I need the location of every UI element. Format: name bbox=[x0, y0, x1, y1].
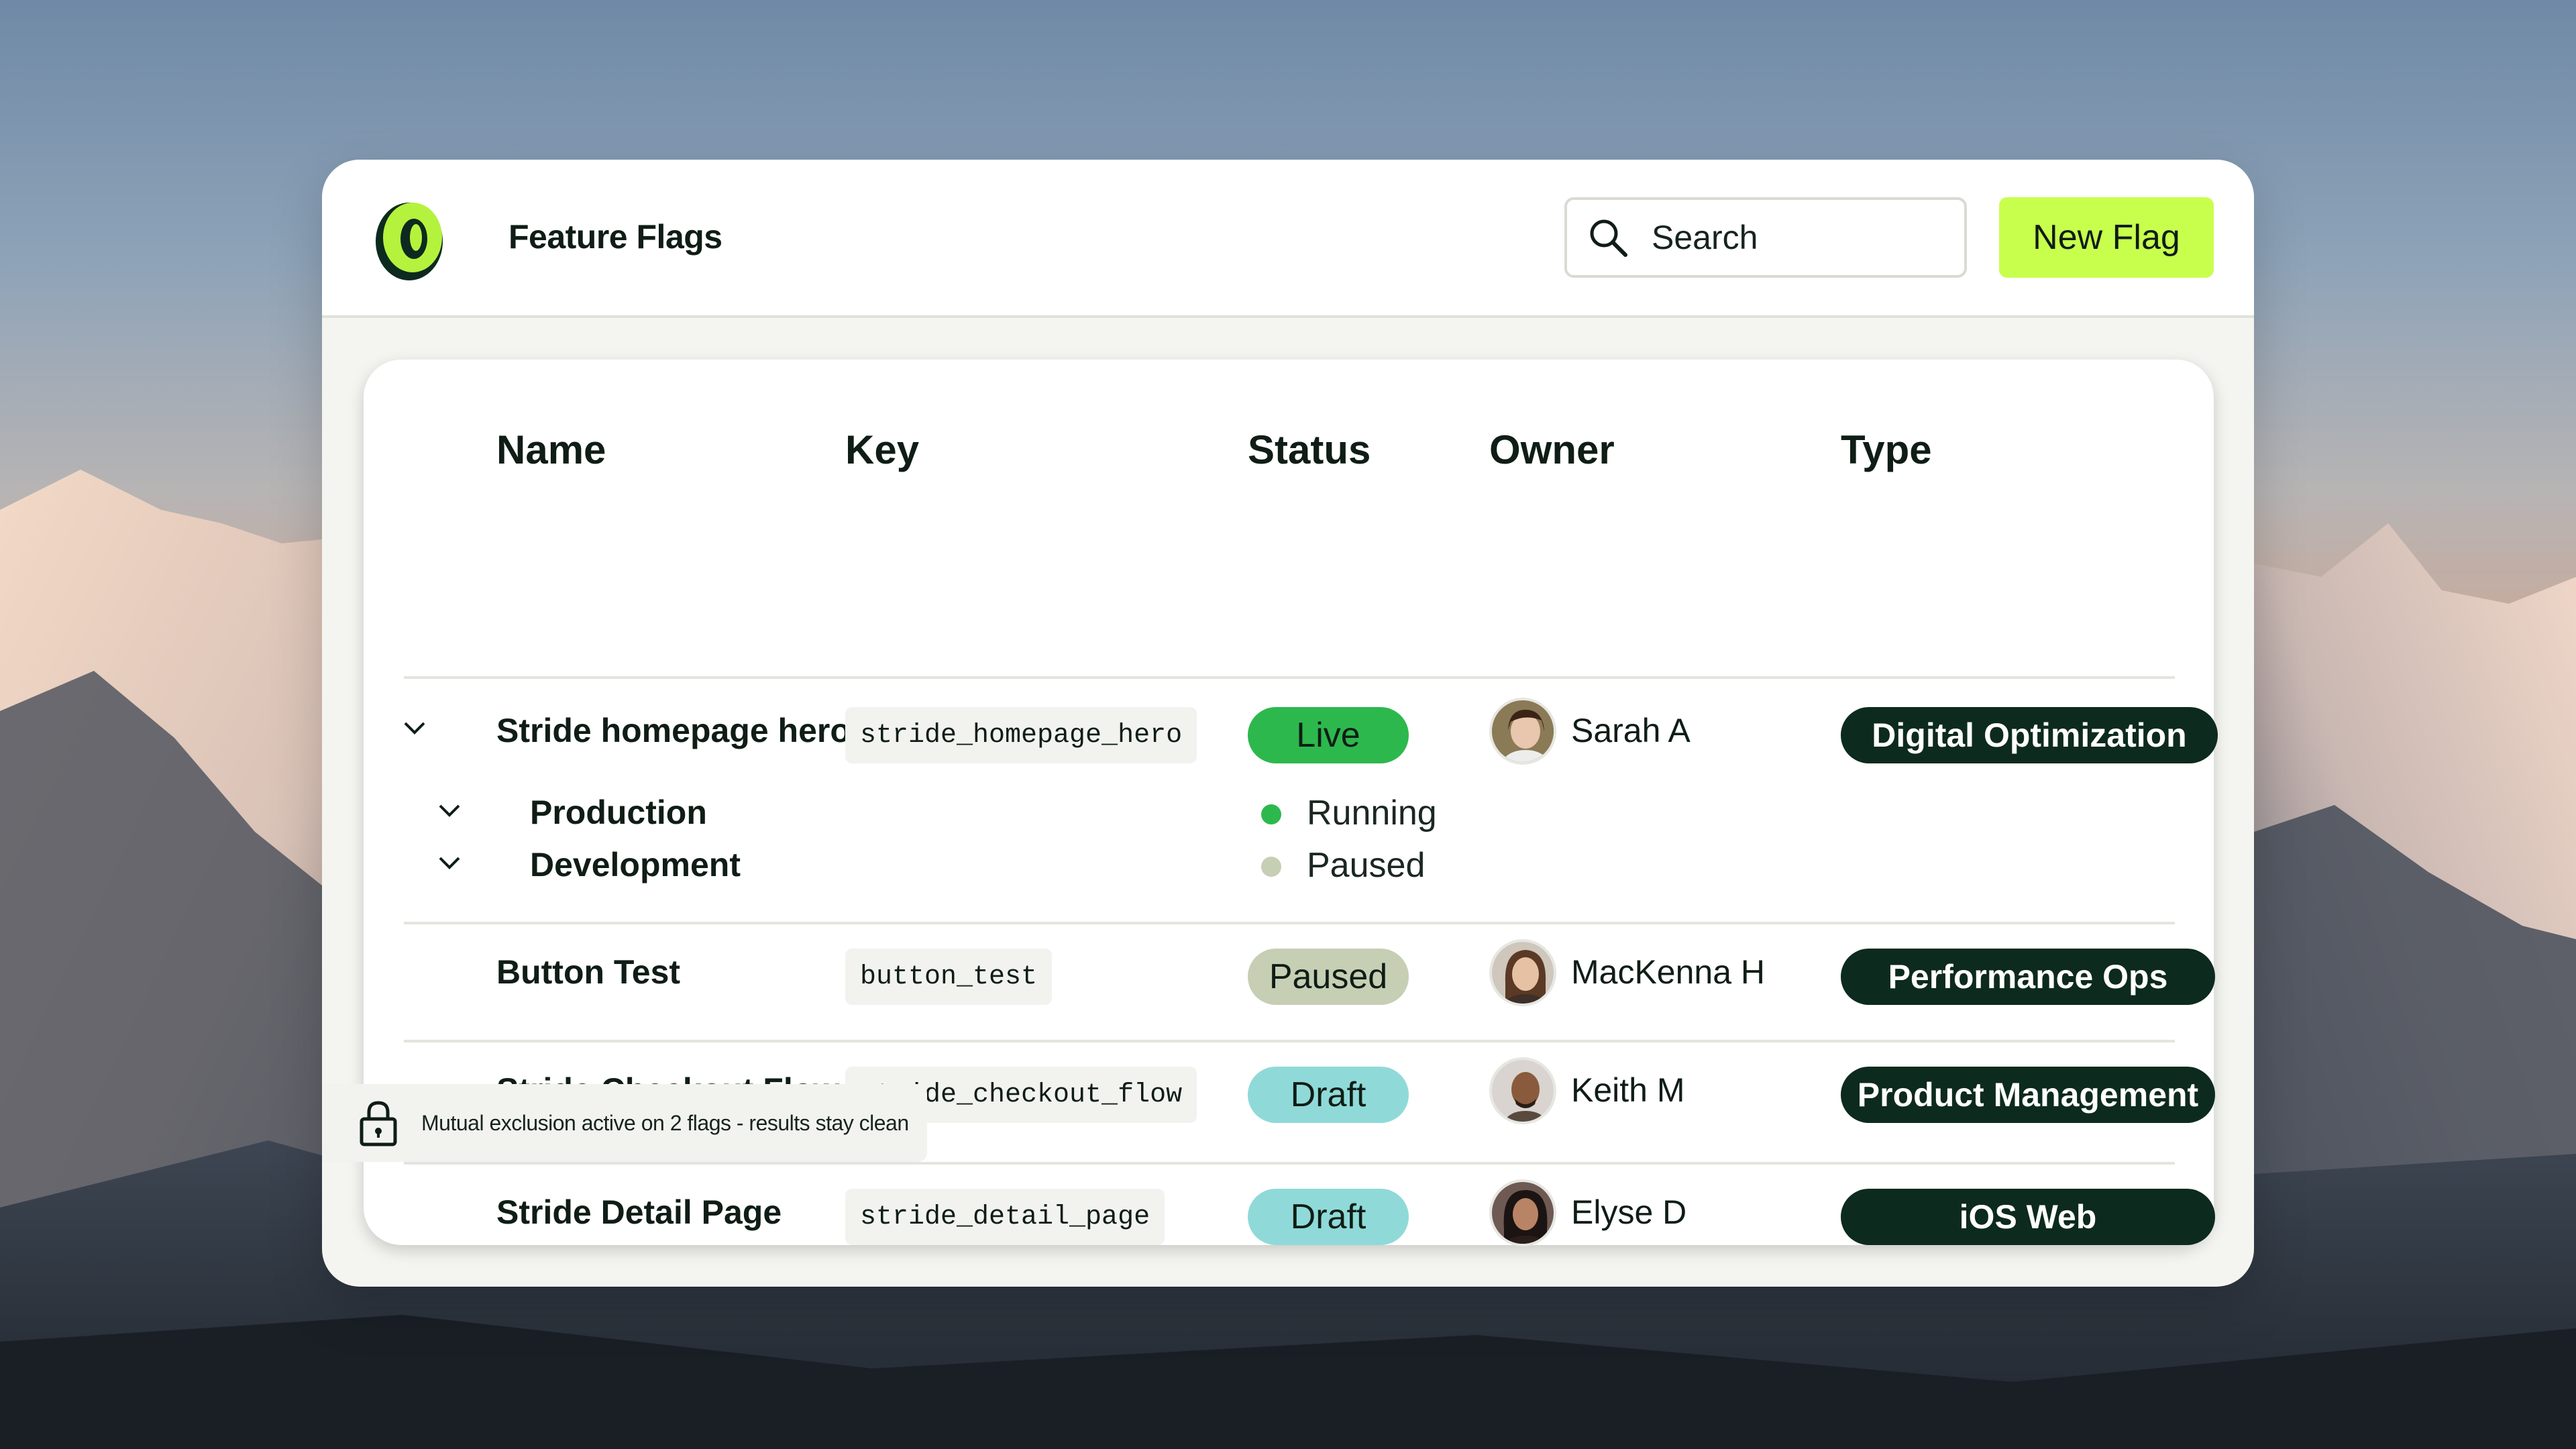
status-badge-draft: Draft bbox=[1248, 1067, 1409, 1123]
column-header-status[interactable]: Status bbox=[1248, 427, 1371, 473]
environment-name-production[interactable]: Production bbox=[530, 793, 707, 832]
search-input[interactable]: Search bbox=[1564, 197, 1967, 278]
type-badge: Performance Ops bbox=[1841, 949, 2215, 1005]
column-header-type[interactable]: Type bbox=[1841, 427, 1932, 473]
row-divider bbox=[404, 922, 2175, 924]
owner-name: Sarah A bbox=[1571, 712, 1690, 749]
ring-logo-icon[interactable] bbox=[374, 199, 448, 282]
column-header-name[interactable]: Name bbox=[496, 427, 606, 473]
environment-status: Paused bbox=[1307, 846, 1426, 885]
search-placeholder: Search bbox=[1652, 219, 1758, 256]
avatar-elyse bbox=[1489, 1179, 1556, 1246]
environment-status: Running bbox=[1307, 794, 1437, 833]
column-header-owner[interactable]: Owner bbox=[1489, 427, 1615, 473]
chevron-down-icon[interactable] bbox=[437, 855, 462, 871]
type-badge: Digital Optimization bbox=[1841, 707, 2218, 763]
mutual-exclusion-note: Mutual exclusion active on 2 flags - res… bbox=[322, 1084, 927, 1162]
page-title: Feature Flags bbox=[508, 218, 722, 256]
type-badge: Product Management bbox=[1841, 1067, 2215, 1123]
flag-key: stride_detail_page bbox=[845, 1189, 1165, 1245]
new-flag-button[interactable]: New Flag bbox=[1999, 197, 2214, 278]
status-badge-paused: Paused bbox=[1248, 949, 1409, 1005]
chevron-down-icon[interactable] bbox=[437, 802, 462, 818]
note-text: Mutual exclusion active on 2 flags - res… bbox=[421, 1110, 909, 1135]
owner-name: Keith M bbox=[1571, 1071, 1685, 1109]
type-badge: iOS Web bbox=[1841, 1189, 2215, 1245]
avatar-sarah bbox=[1489, 698, 1556, 765]
row-divider bbox=[404, 1162, 2175, 1165]
flag-name[interactable]: Stride Detail Page bbox=[496, 1193, 782, 1232]
flag-key: button_test bbox=[845, 949, 1053, 1005]
flag-key: stride_homepage_hero bbox=[845, 707, 1197, 763]
lock-icon bbox=[360, 1101, 397, 1146]
owner-name: Elyse D bbox=[1571, 1193, 1687, 1231]
status-badge-draft: Draft bbox=[1248, 1189, 1409, 1245]
flag-name[interactable]: Button Test bbox=[496, 953, 680, 991]
status-dot-running bbox=[1261, 804, 1281, 824]
status-badge-live: Live bbox=[1248, 707, 1409, 763]
chevron-down-icon[interactable] bbox=[402, 720, 427, 736]
environment-name-development[interactable]: Development bbox=[530, 845, 741, 884]
owner-name: MacKenna H bbox=[1571, 953, 1766, 991]
search-icon bbox=[1590, 219, 1627, 257]
avatar-keith bbox=[1489, 1057, 1556, 1124]
app-header: Feature Flags Search New Flag bbox=[322, 160, 2254, 318]
header-divider bbox=[404, 676, 2175, 679]
flag-name[interactable]: Stride homepage hero bbox=[496, 711, 851, 750]
feature-flags-window: Feature Flags Search New Flag Name Key S… bbox=[322, 160, 2254, 1287]
row-divider bbox=[404, 1040, 2175, 1042]
avatar-mackenna bbox=[1489, 939, 1556, 1006]
column-header-key[interactable]: Key bbox=[845, 427, 919, 473]
status-dot-paused bbox=[1261, 857, 1281, 877]
